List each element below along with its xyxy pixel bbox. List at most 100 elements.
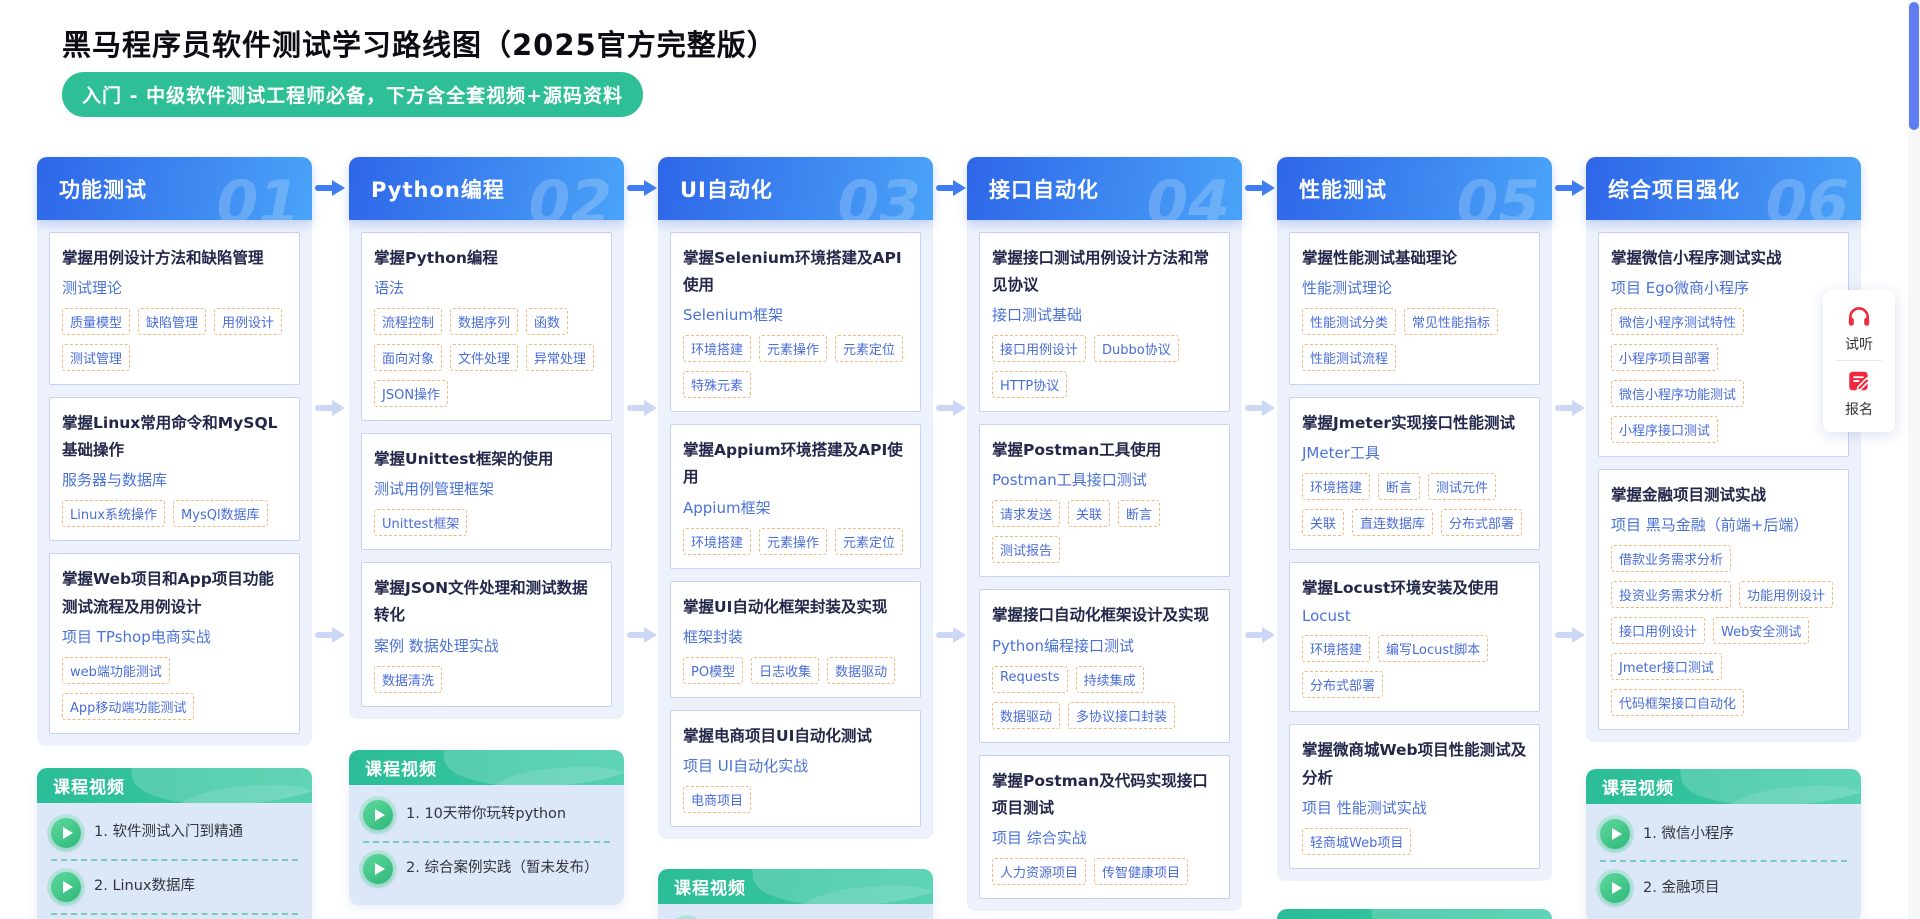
card-title: 掌握Jmeter实现接口性能测试 <box>1302 410 1527 437</box>
card-tags: 电商项目 <box>683 786 908 813</box>
skill-tag: 元素定位 <box>835 528 903 555</box>
card-tags: 轻商城Web项目 <box>1302 828 1527 855</box>
skill-tag: 函数 <box>526 308 568 335</box>
divider <box>1836 360 1882 361</box>
video-item[interactable]: 2. 综合案例实践（暂未发布） <box>363 841 610 895</box>
card-tags: Requests持续集成数据驱动多协议接口封装 <box>992 666 1217 729</box>
card-title: 掌握性能测试基础理论 <box>1302 245 1527 272</box>
roadmap-card: 掌握Postman工具使用Postman工具接口测试请求发送关联断言测试报告 <box>979 424 1230 577</box>
skill-tag: 电商项目 <box>683 786 751 813</box>
card-tags: 环境搭建元素操作元素定位特殊元素 <box>683 335 908 398</box>
roadmap-card: 掌握微信小程序测试实战项目 Ego微商小程序微信小程序测试特性小程序项目部署微信… <box>1598 232 1849 457</box>
card-subtitle: Python编程接口测试 <box>992 635 1217 656</box>
card-subtitle: 项目 黑马金融（前端+后端） <box>1611 514 1836 535</box>
card-tags: 质量模型缺陷管理用例设计测试管理 <box>62 308 287 371</box>
skill-tag: 关联 <box>1068 500 1110 527</box>
video-item[interactable]: 1. 微信小程序 <box>1600 808 1847 860</box>
video-item[interactable]: 2. 金融项目 <box>1600 860 1847 914</box>
play-triangle-icon <box>375 863 385 875</box>
play-triangle-icon <box>1612 882 1622 894</box>
video-panel-title: 课程视频 <box>53 773 125 798</box>
skill-tag: 小程序接口测试 <box>1611 416 1718 443</box>
card-tags: 接口用例设计Dubbo协议HTTP协议 <box>992 335 1217 398</box>
signup-label: 报名 <box>1845 399 1873 419</box>
card-subtitle: JMeter工具 <box>1302 442 1527 463</box>
skill-tag: 质量模型 <box>62 308 130 335</box>
card-subtitle: 项目 UI自动化实战 <box>683 755 908 776</box>
card-title: 掌握Postman及代码实现接口项目测试 <box>992 768 1217 822</box>
card-subtitle: 项目 Ego微商小程序 <box>1611 277 1836 298</box>
skill-tag: 环境搭建 <box>1302 635 1370 662</box>
scrollbar <box>1908 0 1920 919</box>
video-item[interactable]: 1. 软件测试入门到精通 <box>51 807 298 859</box>
signup-icon <box>1846 368 1872 394</box>
headphones-icon <box>1846 303 1872 329</box>
card-title: 掌握接口自动化框架设计及实现 <box>992 602 1217 629</box>
skill-tag: Unittest框架 <box>374 509 467 536</box>
card-subtitle: 服务器与数据库 <box>62 469 287 490</box>
flow-arrow-icon <box>627 180 659 196</box>
card-subtitle: 测试理论 <box>62 277 287 298</box>
roadmap-card: 掌握Python编程语法流程控制数据序列函数面向对象文件处理异常处理JSON操作 <box>361 232 612 421</box>
roadmap-card: 掌握JSON文件处理和测试数据转化案例 数据处理实战数据清洗 <box>361 562 612 706</box>
flow-arrow-light-icon <box>1245 627 1277 643</box>
video-panel-title: 课程视频 <box>1293 914 1365 919</box>
video-item-label: 1. 软件测试入门到精通 <box>94 822 243 843</box>
skill-tag: 持续集成 <box>1076 666 1144 693</box>
signup-button[interactable]: 报名 <box>1845 368 1873 419</box>
roadmap-column: 性能测试05掌握性能测试基础理论性能测试理论性能测试分类常见性能指标性能测试流程… <box>1277 157 1552 919</box>
trial-listen-button[interactable]: 试听 <box>1845 303 1873 354</box>
skill-tag: 测试报告 <box>992 536 1060 563</box>
video-panel-header: 课程视频 <box>658 869 933 904</box>
column-title: UI自动化 <box>680 174 773 204</box>
roadmap-card: 掌握金融项目测试实战项目 黑马金融（前端+后端）借款业务需求分析投资业务需求分析… <box>1598 469 1849 730</box>
column-number: 02 <box>529 168 613 220</box>
roadmap-card: 掌握电商项目UI自动化测试项目 UI自动化实战电商项目 <box>670 710 921 827</box>
skill-tag: MysQl数据库 <box>173 500 268 527</box>
skill-tag: 功能用例设计 <box>1739 581 1833 608</box>
card-tags: Unittest框架 <box>374 509 599 536</box>
skill-tag: 元素定位 <box>835 335 903 362</box>
skill-tag: Linux系统操作 <box>62 500 165 527</box>
skill-tag: 请求发送 <box>992 500 1060 527</box>
column-number: 03 <box>838 168 922 220</box>
video-item[interactable]: 1. 10天带你玩转python <box>363 789 610 841</box>
skill-tag: 数据驱动 <box>992 702 1060 729</box>
card-tags: PO模型日志收集数据驱动 <box>683 657 908 684</box>
skill-tag: 多协议接口封装 <box>1068 702 1175 729</box>
video-item-label: 1. 微信小程序 <box>1643 824 1734 845</box>
flow-arrow-icon <box>1555 180 1587 196</box>
roadmap-card: 掌握UI自动化框架封装及实现框架封装PO模型日志收集数据驱动 <box>670 581 921 698</box>
skill-tag: 编写Locust脚本 <box>1378 635 1488 662</box>
video-item[interactable]: 3. MySQL数据库深入浅出 <box>51 913 298 919</box>
flow-arrow-light-icon <box>936 627 968 643</box>
video-item[interactable]: 2. Linux数据库 <box>51 859 298 913</box>
flow-arrow-light-icon <box>936 400 968 416</box>
roadmap-column: Python编程02掌握Python编程语法流程控制数据序列函数面向对象文件处理… <box>349 157 624 905</box>
play-triangle-icon <box>63 827 73 839</box>
skill-tag: JSON操作 <box>374 380 448 407</box>
scrollbar-thumb[interactable] <box>1909 2 1919 130</box>
card-subtitle: 案例 数据处理实战 <box>374 635 599 656</box>
card-tags: 流程控制数据序列函数面向对象文件处理异常处理JSON操作 <box>374 308 599 407</box>
video-panel-header: 课程视频 <box>1277 909 1552 919</box>
play-icon <box>51 872 81 902</box>
play-icon <box>1600 819 1630 849</box>
column-card-list: 掌握性能测试基础理论性能测试理论性能测试分类常见性能指标性能测试流程掌握Jmet… <box>1277 220 1552 881</box>
skill-tag: 代码框架接口自动化 <box>1611 689 1744 716</box>
card-tags: 环境搭建编写Locust脚本分布式部署 <box>1302 635 1527 698</box>
column-header: 接口自动化04 <box>967 157 1242 220</box>
card-title: 掌握电商项目UI自动化测试 <box>683 723 908 750</box>
card-subtitle: 测试用例管理框架 <box>374 478 599 499</box>
card-title: 掌握JSON文件处理和测试数据转化 <box>374 575 599 629</box>
card-title: 掌握微信小程序测试实战 <box>1611 245 1836 272</box>
skill-tag: 特殊元素 <box>683 371 751 398</box>
roadmap-card: 掌握Appium环境搭建及API使用Appium框架环境搭建元素操作元素定位 <box>670 424 921 568</box>
card-subtitle: 项目 综合实战 <box>992 827 1217 848</box>
video-item[interactable]: 1. 8天快速掌握web自动化测试 <box>672 908 919 919</box>
play-icon <box>1600 873 1630 903</box>
column-header: 综合项目强化06 <box>1586 157 1861 220</box>
card-subtitle: 框架封装 <box>683 626 908 647</box>
skill-tag: HTTP协议 <box>992 371 1067 398</box>
column-header: 功能测试01 <box>37 157 312 220</box>
